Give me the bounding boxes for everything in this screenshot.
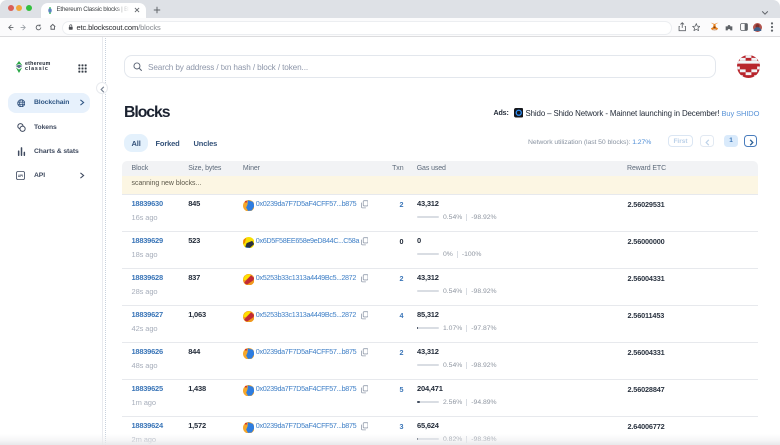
svg-text:API: API <box>18 174 23 178</box>
